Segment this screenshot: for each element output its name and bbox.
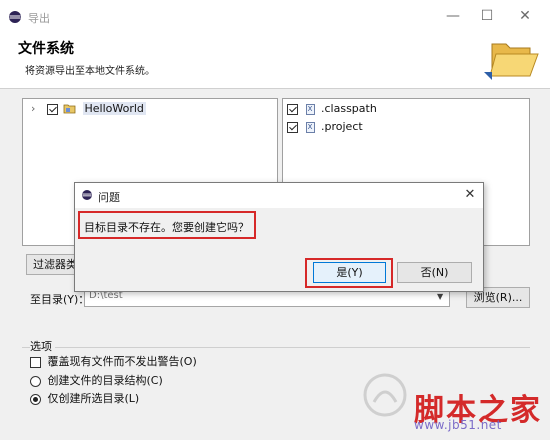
- tree-item-label: HelloWorld: [82, 102, 146, 115]
- watermark-logo: [363, 373, 407, 417]
- dialog-titlebar: [75, 183, 483, 208]
- create-structure-radio[interactable]: [30, 375, 41, 387]
- file-icon: X: [305, 103, 315, 115]
- wizard-header: [0, 34, 550, 86]
- close-icon[interactable]: ✕: [512, 6, 538, 26]
- window-title: 导出: [28, 12, 50, 25]
- options-group-border: [22, 347, 530, 348]
- dialog-close-icon[interactable]: ✕: [460, 185, 480, 205]
- no-button[interactable]: 否(N): [397, 262, 472, 283]
- watermark-url: www.jb51.net: [414, 418, 502, 432]
- eclipse-app-icon: [9, 11, 21, 23]
- file-item-classpath[interactable]: X .classpath: [287, 101, 377, 117]
- window-titlebar: [0, 0, 550, 34]
- helloworld-checkbox[interactable]: [46, 103, 58, 115]
- eclipse-app-icon: [82, 190, 92, 200]
- file-item-label: .classpath: [321, 102, 377, 115]
- tree-item-helloworld[interactable]: › HelloWorld: [31, 101, 146, 117]
- create-selected-label: 仅创建所选目录(L): [47, 392, 140, 405]
- create-selected-option[interactable]: 仅创建所选目录(L): [30, 391, 139, 407]
- project-checkbox[interactable]: [287, 121, 298, 133]
- dialog-title: 问题: [98, 191, 120, 204]
- overwrite-checkbox[interactable]: [30, 356, 41, 368]
- overwrite-option[interactable]: 覆盖现有文件而不发出警告(O): [30, 354, 197, 370]
- yes-button[interactable]: 是(Y): [313, 262, 386, 283]
- minimize-icon[interactable]: —: [440, 6, 466, 26]
- expand-chevron-icon[interactable]: ›: [31, 101, 43, 117]
- create-structure-option[interactable]: 创建文件的目录结构(C): [30, 373, 163, 389]
- create-selected-radio[interactable]: [30, 393, 41, 405]
- maximize-icon[interactable]: ☐: [474, 6, 500, 26]
- file-icon: X: [305, 121, 315, 133]
- destination-label: 至目录(Y)：: [30, 293, 90, 306]
- dropdown-arrow-icon[interactable]: ▼: [437, 292, 443, 301]
- folder-icon: [484, 43, 539, 80]
- page-title: 文件系统: [18, 41, 74, 57]
- file-item-project[interactable]: X .project: [287, 119, 363, 135]
- create-structure-label: 创建文件的目录结构(C): [47, 374, 163, 387]
- dialog-message: 目标目录不存在。您要创建它吗？: [84, 221, 249, 234]
- page-description: 将资源导出至本地文件系统。: [25, 66, 155, 77]
- project-folder-icon: [63, 104, 76, 114]
- options-group-title: 选项: [30, 338, 55, 354]
- overwrite-label: 覆盖现有文件而不发出警告(O): [47, 355, 197, 368]
- file-item-label: .project: [321, 120, 363, 133]
- classpath-checkbox[interactable]: [287, 103, 298, 115]
